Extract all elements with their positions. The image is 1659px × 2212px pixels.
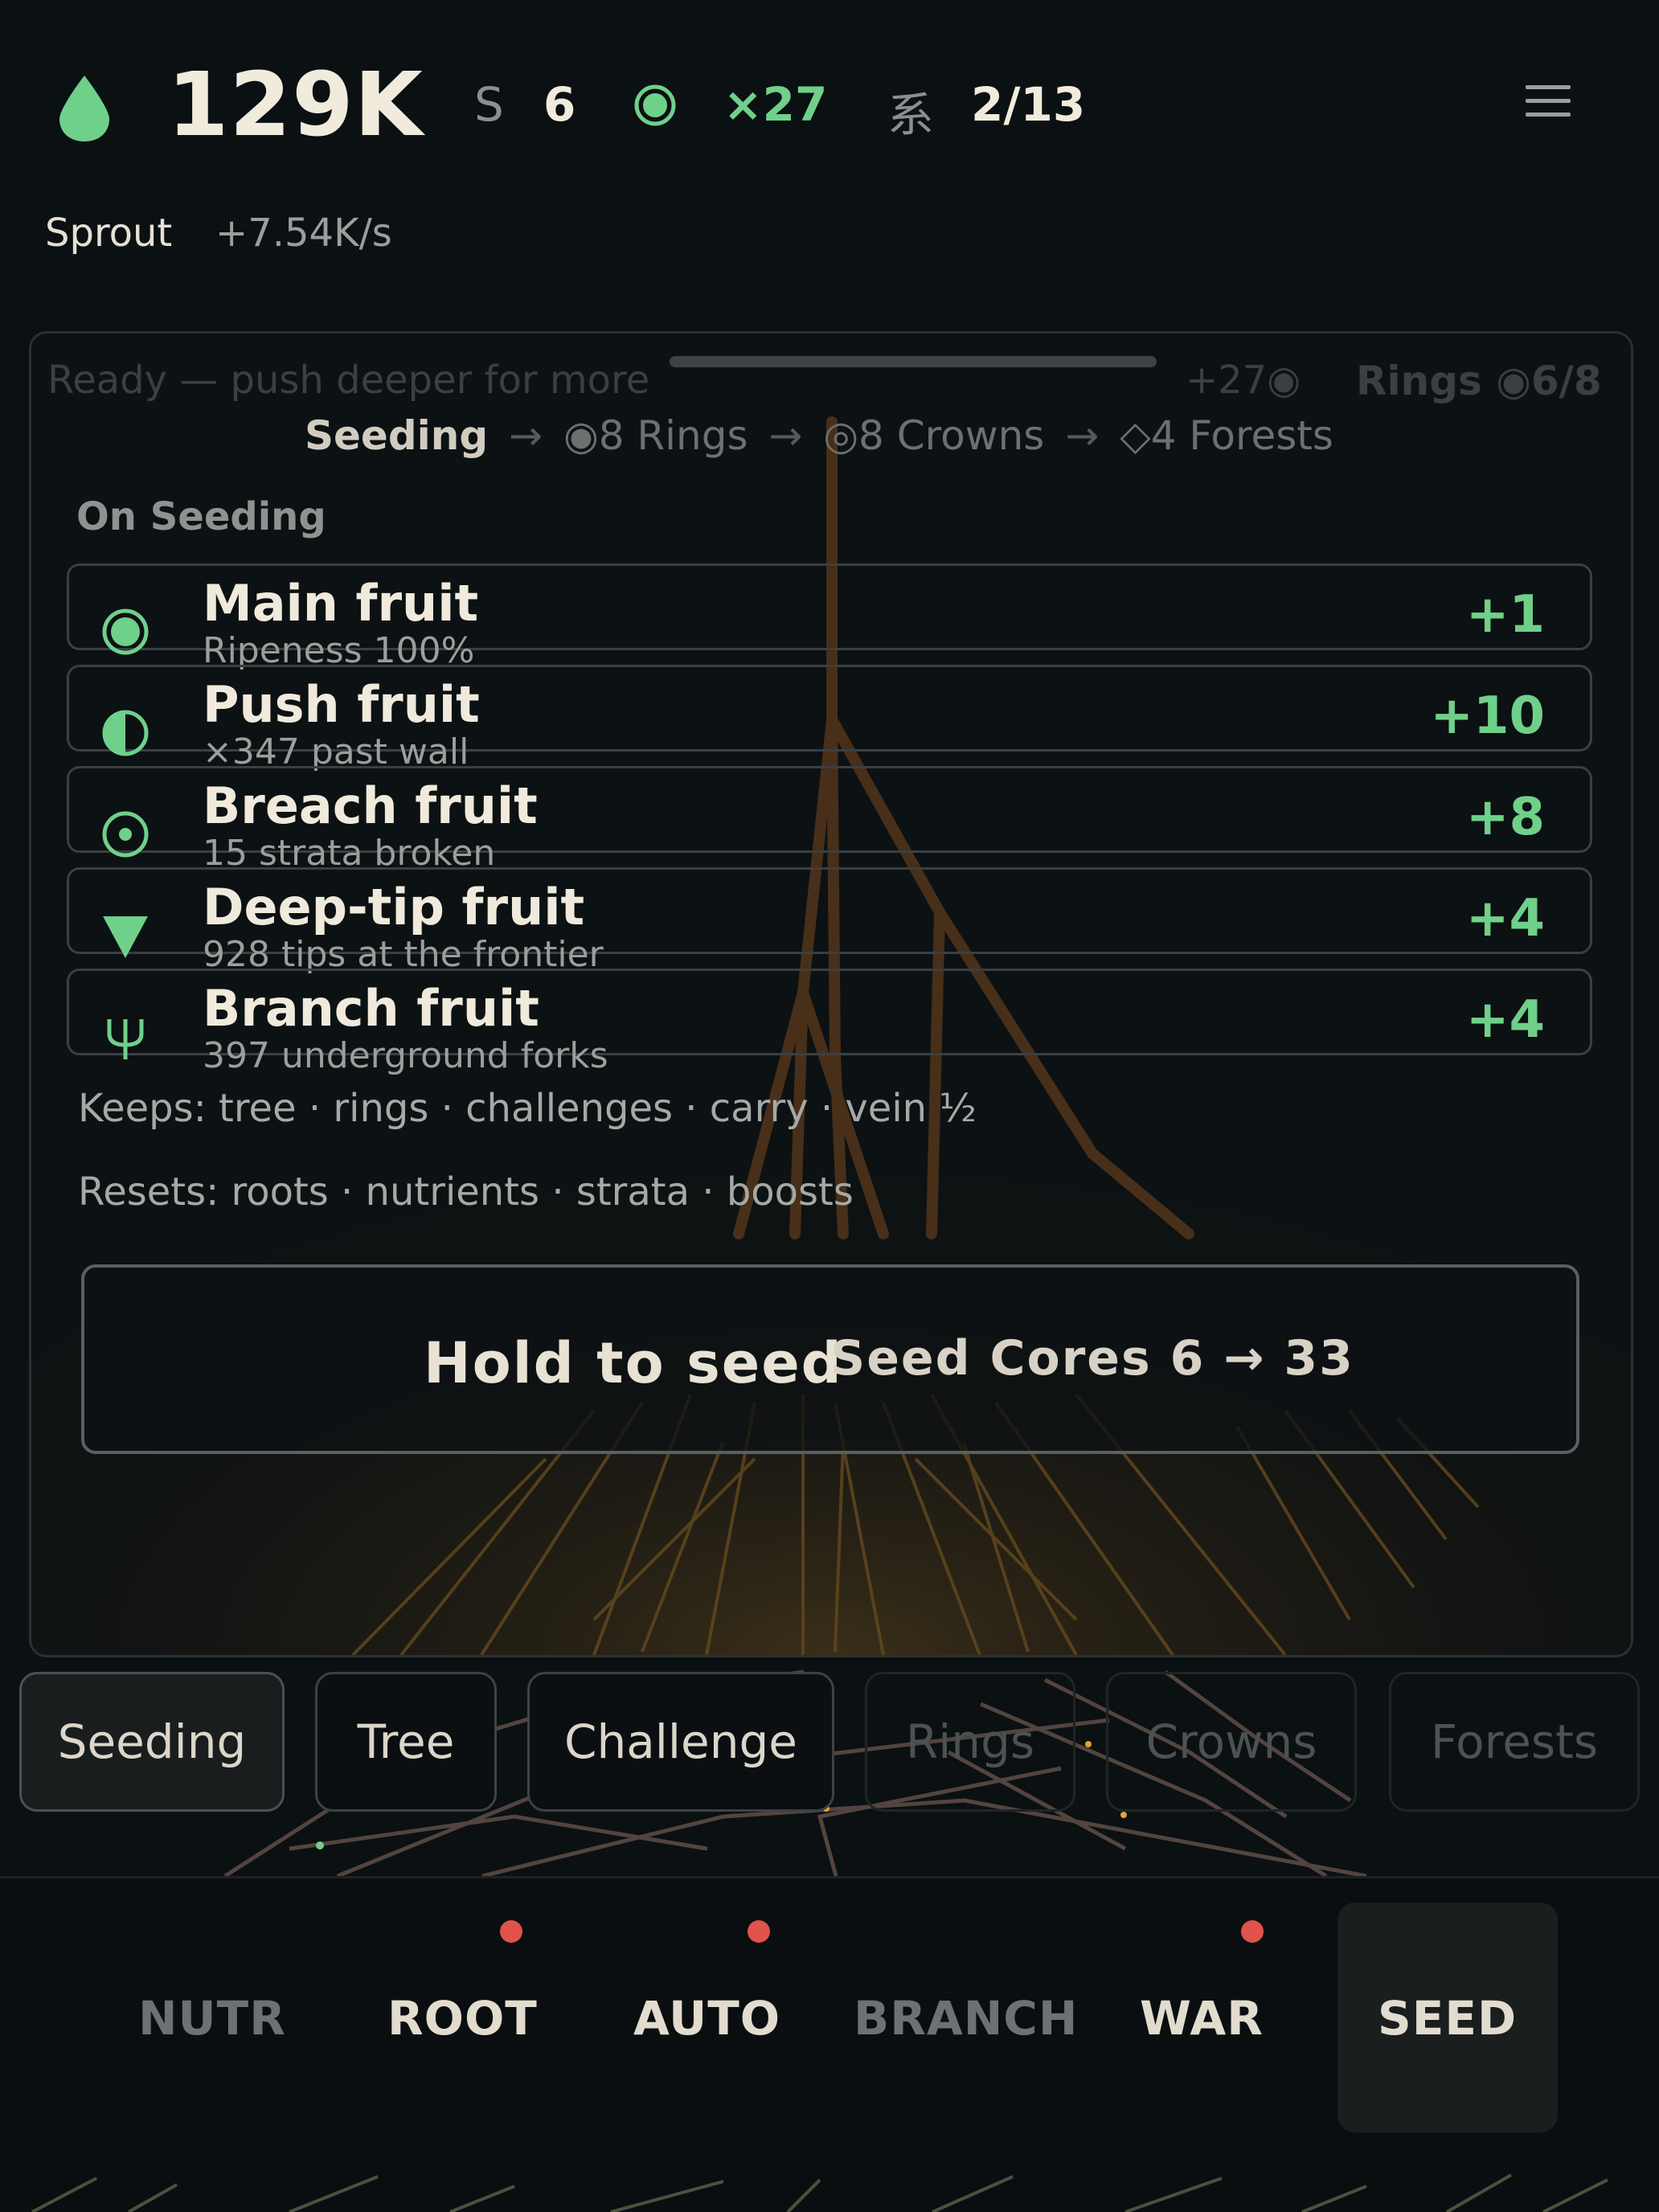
path-crowns: ◎8 Crowns — [823, 412, 1045, 459]
nav-alert-dot — [748, 1920, 770, 1943]
water-drop-icon — [59, 76, 109, 141]
fruit-row-main: Main fruit Ripeness 100% +1 — [67, 563, 1592, 671]
fruit-name: Breach fruit — [203, 776, 538, 835]
fruit-value: +10 — [1430, 686, 1545, 746]
keeps-text: Keeps: tree · rings · challenges · carry… — [78, 1086, 977, 1131]
path-arrow: → — [1065, 412, 1100, 459]
hold-label: Hold to seed — [424, 1330, 843, 1396]
header: 129K S 6 ×27 系 2/13 Sprout +7.54K/s — [0, 0, 1659, 273]
hamburger-menu-icon[interactable] — [1526, 85, 1571, 121]
path-arrow: → — [768, 412, 803, 459]
fruit-detail: 397 underground forks — [203, 1035, 608, 1076]
triangle-down-icon — [103, 916, 148, 958]
ring-icon — [634, 84, 676, 126]
nav-branch[interactable]: BRANCH — [854, 1991, 1078, 2046]
nav-war[interactable]: WAR — [1140, 1991, 1264, 2046]
nav-root[interactable]: ROOT — [387, 1991, 538, 2046]
drag-handle[interactable] — [670, 356, 1157, 367]
footer-grass-visual — [0, 2170, 1659, 2212]
fruit-name: Main fruit — [203, 574, 479, 633]
target-icon — [102, 811, 149, 858]
seed-value: 6 — [543, 77, 576, 132]
nav-auto[interactable]: AUTO — [633, 1991, 780, 2046]
full-circle-icon — [102, 608, 149, 655]
nav-alert-dot — [500, 1920, 522, 1943]
fruit-value: +4 — [1465, 889, 1545, 948]
path-current: Seeding — [305, 412, 489, 459]
system-value: 2/13 — [971, 77, 1086, 132]
fruit-value: +1 — [1465, 585, 1545, 645]
multiplier-value: ×27 — [723, 77, 828, 132]
seed-label: S — [474, 77, 504, 132]
half-circle-icon — [102, 710, 149, 756]
fruit-row-push: Push fruit ×347 past wall +10 — [67, 665, 1592, 772]
resets-text: Resets: roots · nutrients · strata · boo… — [78, 1169, 854, 1215]
subtab-tree[interactable]: Tree — [315, 1672, 497, 1812]
fruit-value: +8 — [1465, 788, 1545, 847]
path-arrow: → — [509, 412, 543, 459]
fruit-row-deep-tip: Deep-tip fruit 928 tips at the frontier … — [67, 867, 1592, 975]
hold-to-seed-button[interactable]: Hold to seed Seed Cores 6 → 33 — [81, 1264, 1579, 1454]
seeding-panel: Ready — push deeper for more +27◉ Rings … — [29, 331, 1633, 1657]
bottom-nav: NUTR ROOT AUTO BRANCH WAR SEED — [0, 1876, 1659, 2176]
fruit-row-breach: Breach fruit 15 strata broken +8 — [67, 766, 1592, 874]
subtab-crowns[interactable]: Crowns — [1106, 1672, 1357, 1812]
subtab-challenge[interactable]: Challenge — [527, 1672, 834, 1812]
nav-alert-dot — [1241, 1920, 1264, 1943]
fruit-row-branch: Branch fruit 397 underground forks +4 — [67, 969, 1592, 1076]
prestige-path: Seeding → ◉8 Rings → ◎8 Crowns → ◇4 Forests — [305, 412, 1333, 459]
on-seeding-heading: On Seeding — [76, 494, 326, 539]
seed-cores-preview: Seed Cores 6 → 33 — [830, 1330, 1354, 1387]
fruit-value: +4 — [1465, 990, 1545, 1050]
water-total: 129K — [167, 53, 424, 156]
nav-seed[interactable]: SEED — [1378, 1991, 1517, 2046]
nav-nutr[interactable]: NUTR — [138, 1991, 286, 2046]
system-icon: 系 — [887, 88, 935, 142]
path-rings: ◉8 Rings — [563, 412, 748, 459]
ready-rings: Rings ◉6/8 — [1356, 358, 1602, 404]
ready-hint: Ready — push deeper for more — [47, 358, 650, 403]
stage-name: Sprout — [45, 211, 173, 256]
subtab-forests[interactable]: Forests — [1389, 1672, 1640, 1812]
subtab-seeding[interactable]: Seeding — [19, 1672, 285, 1812]
income-rate: +7.54K/s — [215, 211, 392, 256]
path-forests: ◇4 Forests — [1120, 412, 1333, 459]
fruit-name: Branch fruit — [203, 979, 539, 1038]
subtab-rings[interactable]: Rings — [865, 1672, 1075, 1812]
fruit-name: Push fruit — [203, 675, 480, 734]
ready-gain: +27◉ — [1186, 358, 1301, 403]
fruit-name: Deep-tip fruit — [203, 878, 585, 936]
psi-icon — [107, 1019, 144, 1059]
